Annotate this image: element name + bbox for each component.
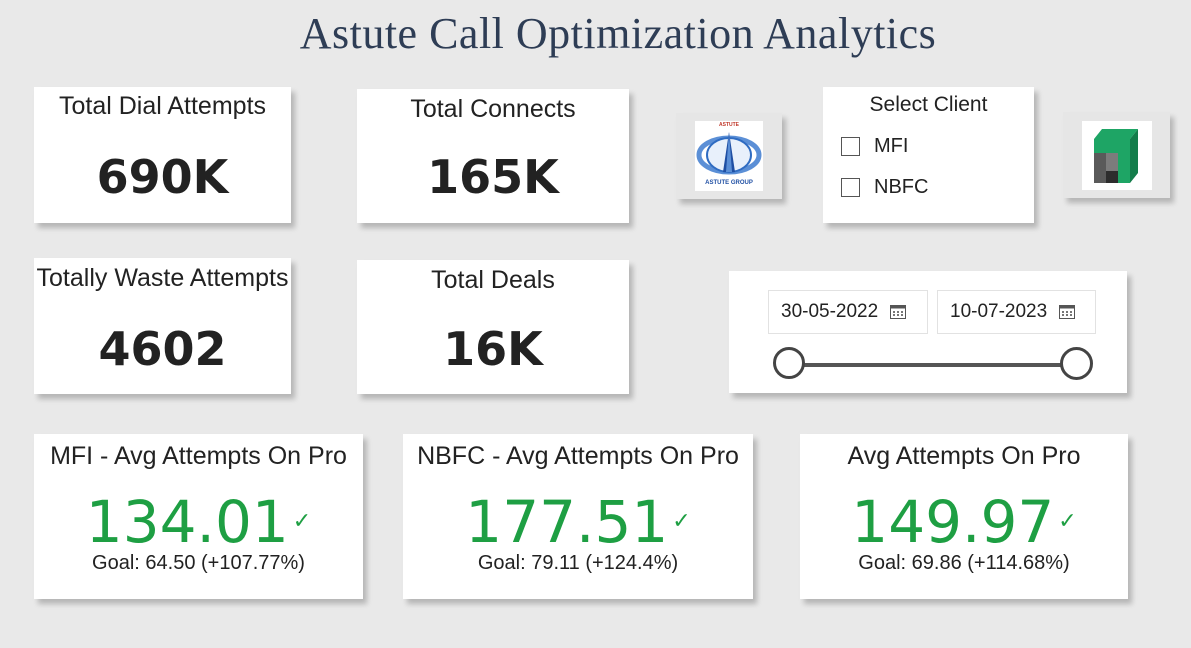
astute-logo: ASTUTE ASTUTE GROUP xyxy=(695,121,763,191)
kpi-value: 690K xyxy=(96,150,229,204)
kpi-label: Total Connects xyxy=(410,95,576,123)
check-icon: ✓ xyxy=(1058,509,1077,534)
start-date-handle[interactable] xyxy=(773,347,805,379)
kpi-label: Total Dial Attempts xyxy=(58,92,267,120)
date-range-track[interactable] xyxy=(790,363,1077,367)
kpi-label: Totally Waste Attempts xyxy=(36,264,289,292)
end-date-value: 10-07-2023 xyxy=(950,301,1048,322)
goal-card-overall[interactable]: Avg Attempts On Pro 149.97 ✓ Goal: 69.86 … xyxy=(800,434,1128,599)
goal-label: MFI - Avg Attempts On Pro xyxy=(50,442,347,470)
page-title: Astute Call Optimization Analytics xyxy=(299,9,937,58)
start-date-value: 30-05-2022 xyxy=(781,301,879,322)
kpi-label: Total Deals xyxy=(431,266,555,294)
calendar-icon[interactable] xyxy=(1059,305,1076,319)
checkbox-label: MFI xyxy=(874,135,909,157)
kpi-value: 165K xyxy=(427,150,559,204)
goal-card-nbfc[interactable]: NBFC - Avg Attempts On Pro 177.51 ✓ Goal:… xyxy=(403,434,753,599)
cube-logo-card xyxy=(1063,112,1170,198)
goal-target: Goal: 64.50 (+107.77%) xyxy=(92,552,305,574)
checkbox[interactable] xyxy=(841,137,860,156)
kpi-card-waste-attempts[interactable]: Totally Waste Attempts 4602 xyxy=(34,258,291,394)
end-date-input[interactable]: 10-07-2023 xyxy=(937,290,1096,334)
check-icon: ✓ xyxy=(292,509,312,534)
slicer-title: Select Client xyxy=(869,93,988,116)
kpi-value: 16K xyxy=(443,322,543,376)
astute-logo-card: ASTUTE ASTUTE GROUP xyxy=(676,113,782,199)
kpi-card-connects[interactable]: Total Connects 165K xyxy=(357,89,629,223)
astute-globe-icon xyxy=(696,132,762,175)
client-option-nbfc[interactable]: NBFC xyxy=(841,176,928,199)
checkbox-label: NBFC xyxy=(874,176,929,198)
kpi-card-dial-attempts[interactable]: Total Dial Attempts 690K xyxy=(34,87,291,223)
date-range-slicer: 30-05-2022 10-07-2023 xyxy=(729,271,1127,393)
goal-target: Goal: 79.11 (+124.4%) xyxy=(477,552,679,574)
goal-value: 149.97 ✓ xyxy=(851,488,1077,556)
goal-card-mfi[interactable]: MFI - Avg Attempts On Pro 134.01 ✓ Goal: … xyxy=(34,434,363,599)
cube-icon xyxy=(1094,129,1138,183)
client-option-mfi[interactable]: MFI xyxy=(841,135,908,158)
cube-logo xyxy=(1082,121,1152,190)
goal-label: Avg Attempts On Pro xyxy=(847,442,1081,470)
client-slicer: Select Client MFI NBFC xyxy=(823,87,1034,223)
check-icon: ✓ xyxy=(672,509,691,534)
astute-logo-bottom-text: ASTUTE GROUP xyxy=(705,180,753,186)
kpi-card-deals[interactable]: Total Deals 16K xyxy=(357,260,629,394)
goal-value: 134.01 ✓ xyxy=(85,488,312,556)
checkbox[interactable] xyxy=(841,178,860,197)
kpi-value: 4602 xyxy=(98,322,227,376)
goal-label: NBFC - Avg Attempts On Pro xyxy=(417,442,739,470)
calendar-icon[interactable] xyxy=(890,305,907,319)
start-date-input[interactable]: 30-05-2022 xyxy=(768,290,928,334)
end-date-handle[interactable] xyxy=(1060,347,1093,380)
goal-target: Goal: 69.86 (+114.68%) xyxy=(858,552,1070,574)
goal-value: 177.51 ✓ xyxy=(465,488,691,556)
